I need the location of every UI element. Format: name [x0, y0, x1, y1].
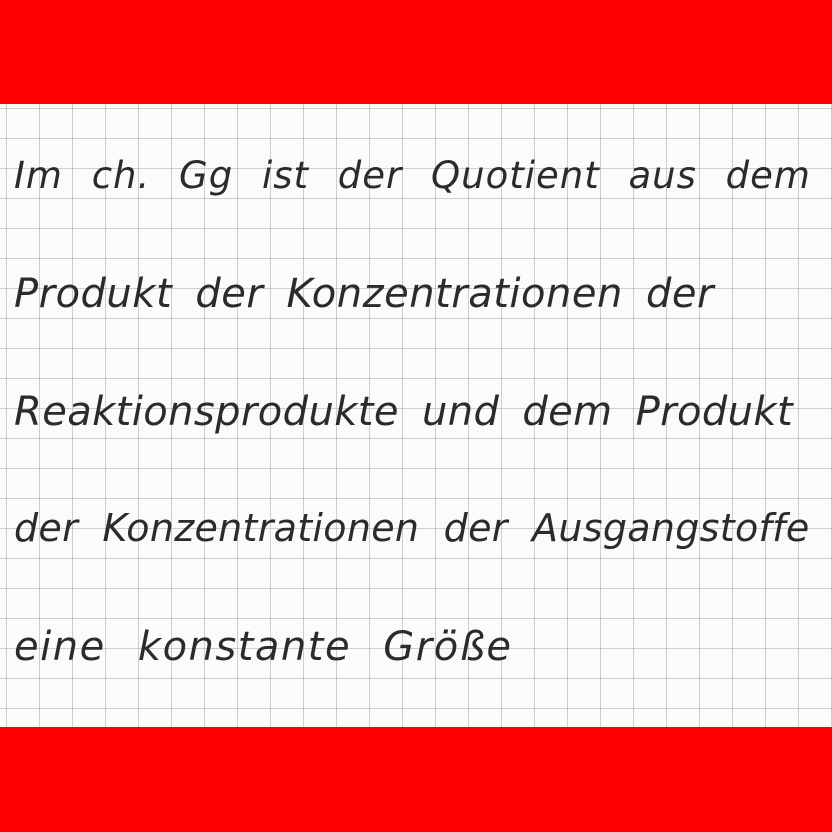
handwritten-line-2: Produkt der Konzentrationen der	[14, 271, 714, 317]
handwritten-line-4: der Konzentrationen der Ausgangstoffe	[14, 506, 810, 550]
page: Im ch. Gg ist der Quotient aus dem Produ…	[0, 0, 832, 832]
grid-paper-sheet: Im ch. Gg ist der Quotient aus dem Produ…	[0, 104, 832, 727]
bottom-red-band	[0, 727, 832, 832]
handwritten-line-1: Im ch. Gg ist der Quotient aus dem	[14, 154, 811, 197]
handwritten-line-5: eine konstante Größe	[14, 624, 513, 670]
top-red-band	[0, 0, 832, 104]
handwritten-line-3: Reaktionsprodukte und dem Produkt	[14, 389, 794, 435]
